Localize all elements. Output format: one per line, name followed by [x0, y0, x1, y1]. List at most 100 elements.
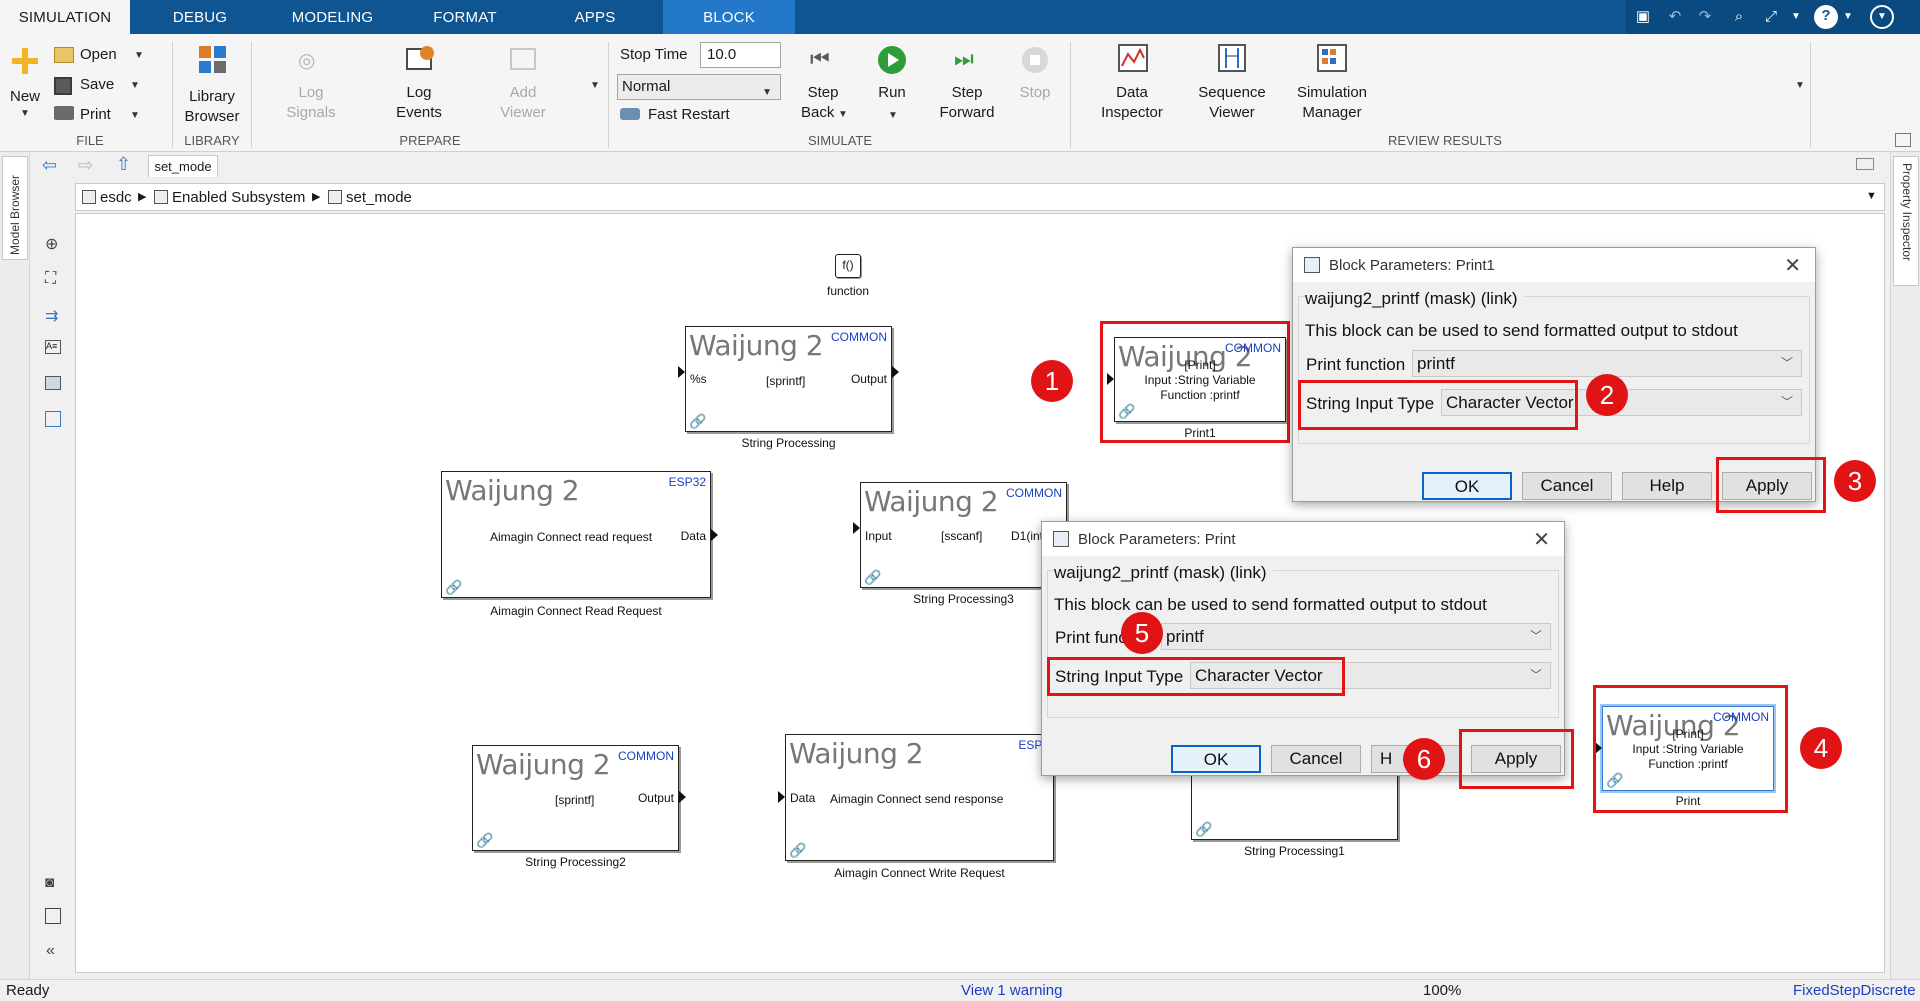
chevron-down-icon[interactable]: ▼	[1842, 6, 1854, 28]
input-port[interactable]	[678, 366, 685, 378]
block-output-port-label: Output	[850, 372, 887, 386]
back-icon[interactable]: ⇦	[42, 155, 57, 176]
print-button[interactable]: Print	[80, 106, 111, 124]
print-function-select[interactable]: printf ﹀	[1161, 623, 1551, 650]
ok-button[interactable]: OK	[1171, 745, 1261, 773]
tab-modeling[interactable]: MODELING	[275, 0, 390, 34]
close-icon[interactable]: ✕	[1533, 527, 1550, 552]
stop-time-input[interactable]: 10.0	[700, 42, 781, 68]
sequence-viewer-button[interactable]: Sequence	[1190, 84, 1274, 102]
view-warning-link[interactable]: View 1 warning	[961, 982, 1062, 999]
string-processing-block[interactable]: Waijung 2 COMMON %s [sprintf] Output 🔗	[685, 326, 892, 432]
aimagin-connect-write-request-block[interactable]: Waijung 2 ESP3 Data Aimagin Connect send…	[785, 734, 1054, 861]
tab-apps[interactable]: APPS	[540, 0, 650, 34]
tab-simulation[interactable]: SIMULATION	[0, 0, 130, 34]
print-function-select[interactable]: printf ﹀	[1412, 350, 1802, 377]
simulation-manager-button[interactable]: Simulation	[1288, 84, 1376, 102]
chevron-down-icon[interactable]: ▼	[130, 80, 140, 91]
breadcrumb-item-esdc[interactable]: esdc	[100, 189, 132, 206]
property-inspector-label: Property Inspector	[1900, 163, 1914, 262]
expand-icon[interactable]: ⤢	[1760, 6, 1782, 28]
chevron-down-icon[interactable]: ▼	[888, 110, 898, 121]
open-button[interactable]: Open	[80, 46, 117, 64]
output-port[interactable]	[711, 529, 718, 541]
chevron-down-icon[interactable]: ▼	[1870, 5, 1894, 29]
collapse-toolstrip-icon[interactable]	[1895, 133, 1911, 147]
editor-navbar: ⇦ ⇨ ⇧ set_mode	[30, 152, 1890, 178]
chevron-down-icon[interactable]: ▼	[130, 110, 140, 121]
data-inspector-button[interactable]: Data	[1094, 84, 1170, 102]
fit-to-view-icon[interactable]: ⛶	[45, 270, 56, 288]
tab-debug[interactable]: DEBUG	[145, 0, 255, 34]
string-processing3-block[interactable]: Waijung 2 COMMON Input [sscanf] D1(int 🔗	[860, 482, 1067, 588]
breadcrumb-item-enabled-subsystem[interactable]: Enabled Subsystem	[172, 189, 305, 206]
simulation-mode-select[interactable]: Normal ▼	[617, 74, 781, 100]
forward-icon[interactable]: ⇨	[78, 155, 93, 176]
dialog-title: Block Parameters: Print	[1078, 531, 1236, 548]
step-back-button[interactable]: Step	[800, 84, 846, 102]
log-signals-icon: ◎	[298, 50, 316, 72]
chevron-down-icon[interactable]: ▼	[20, 108, 30, 119]
step-back-label2: Back	[801, 104, 835, 121]
library-browser-button[interactable]: Library	[182, 88, 242, 106]
save-button[interactable]: Save	[80, 76, 114, 94]
string-processing2-block[interactable]: Waijung 2 COMMON [sprintf] Output 🔗	[472, 745, 679, 851]
image-icon[interactable]	[45, 376, 61, 390]
chevron-down-icon[interactable]: ▼	[590, 80, 600, 91]
model-data-icon[interactable]	[45, 908, 61, 924]
function-block[interactable]: f()	[835, 254, 861, 278]
log-signals-button[interactable]: Log	[276, 84, 346, 102]
save-icon[interactable]: ▣	[1632, 6, 1654, 28]
solver-link[interactable]: FixedStepDiscrete	[1793, 982, 1916, 999]
aimagin-connect-read-request-block[interactable]: Waijung 2 ESP32 Aimagin Connect read req…	[441, 471, 711, 598]
new-icon[interactable]	[12, 48, 38, 74]
help-button[interactable]: Help	[1622, 472, 1712, 500]
tab-set-mode[interactable]: set_mode	[148, 155, 218, 177]
input-port[interactable]	[778, 791, 785, 803]
chevron-down-icon[interactable]: ▼	[838, 109, 848, 120]
cancel-button[interactable]: Cancel	[1522, 472, 1612, 500]
property-inspector-tab[interactable]: Property Inspector	[1893, 156, 1919, 286]
tab-format[interactable]: FORMAT	[410, 0, 520, 34]
block-input-port-label: Data	[790, 791, 816, 805]
close-icon[interactable]: ✕	[1784, 253, 1801, 278]
log-events-button[interactable]: Log	[384, 84, 454, 102]
chevron-down-icon[interactable]: ▼	[1795, 80, 1805, 91]
run-button[interactable]: Run	[872, 84, 912, 102]
breadcrumb-item-set-mode[interactable]: set_mode	[346, 189, 412, 206]
annotation-icon[interactable]: A≡	[45, 340, 61, 354]
save-icon	[54, 77, 72, 95]
aimagin-connect-read-request-label: Aimagin Connect Read Request	[490, 604, 662, 618]
camera-icon[interactable]: ◙	[45, 874, 54, 891]
area-icon[interactable]	[45, 411, 61, 427]
input-port[interactable]	[853, 522, 860, 534]
signal-arrow-icon[interactable]: ⇉	[45, 306, 58, 326]
fast-restart-toggle[interactable]: Fast Restart	[648, 106, 730, 124]
search-icon[interactable]: ⌕	[1728, 6, 1750, 28]
stop-button[interactable]: Stop	[1014, 84, 1056, 102]
chevron-down-icon[interactable]: ▼	[134, 50, 144, 61]
chevron-down-icon[interactable]: ▼	[1790, 6, 1802, 28]
tab-block[interactable]: BLOCK	[663, 0, 795, 34]
data-inspector-icon	[1118, 44, 1148, 72]
redo-icon[interactable]: ↷	[1694, 6, 1716, 28]
new-button[interactable]: New	[10, 88, 40, 106]
chevron-down-icon[interactable]: ▼	[1866, 190, 1877, 202]
output-port[interactable]	[892, 366, 899, 378]
library-link-icon: 🔗	[689, 413, 707, 429]
up-icon[interactable]: ⇧	[116, 154, 131, 175]
collapse-left-icon[interactable]: «	[46, 942, 55, 960]
print-function-value: printf	[1166, 627, 1204, 646]
undo-icon[interactable]: ↶	[1664, 6, 1686, 28]
output-port[interactable]	[679, 791, 686, 803]
zoom-icon[interactable]: ⊕	[45, 234, 58, 254]
help-icon[interactable]: ?	[1814, 5, 1838, 29]
cancel-button[interactable]: Cancel	[1271, 745, 1361, 773]
add-viewer-button[interactable]: Add	[488, 84, 558, 102]
highlight-box-string-input-type	[1047, 657, 1345, 696]
step-forward-button[interactable]: Step	[944, 84, 990, 102]
ok-button[interactable]: OK	[1422, 472, 1512, 500]
hide-show-icon[interactable]	[1856, 158, 1874, 170]
chevron-down-icon: ﹀	[1780, 395, 1793, 409]
model-browser-tab[interactable]: Model Browser	[2, 156, 28, 260]
